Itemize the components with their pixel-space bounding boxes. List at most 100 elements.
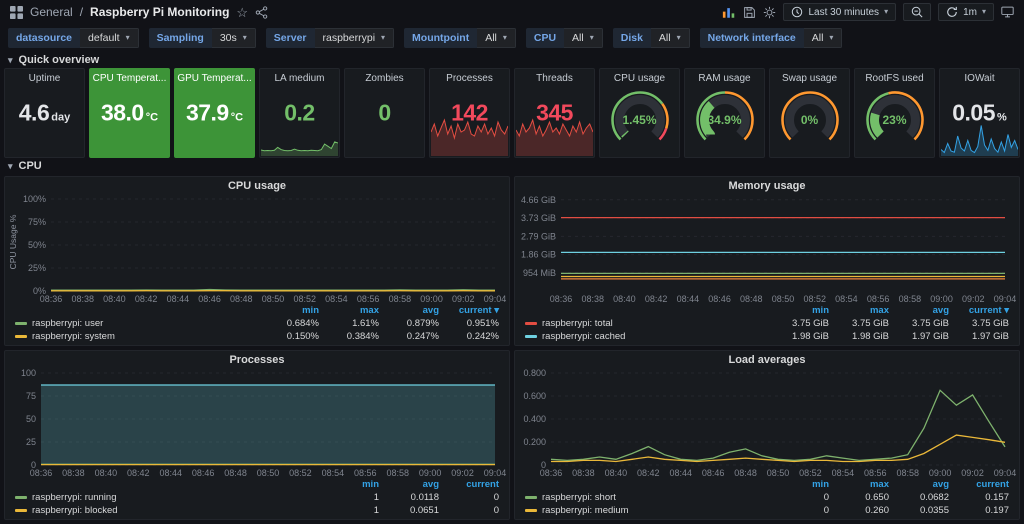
panel-swap-usage: Swap usage0% bbox=[769, 68, 850, 158]
svg-text:08:52: 08:52 bbox=[289, 468, 312, 478]
series-name[interactable]: raspberrypi: system bbox=[32, 331, 115, 342]
legend-col-current[interactable]: current bbox=[441, 478, 501, 491]
series-swatch-icon[interactable] bbox=[15, 509, 27, 512]
legend: minmaxavgcurrentraspberrypi: short00.650… bbox=[515, 478, 1019, 519]
refresh-button[interactable]: 1m ▾ bbox=[938, 3, 994, 21]
panel-title[interactable]: Memory usage bbox=[515, 177, 1019, 193]
variable-value-dropdown[interactable]: 30s▾ bbox=[212, 28, 256, 48]
variable-value-dropdown[interactable]: All▾ bbox=[477, 28, 516, 48]
variable-network-interface: Network interfaceAll▾ bbox=[700, 28, 843, 48]
series-swatch-icon[interactable] bbox=[525, 322, 537, 325]
legend-row: raspberrypi: user0.684%1.61%0.879%0.951% bbox=[13, 317, 501, 330]
legend-col-max[interactable]: max bbox=[831, 478, 891, 491]
panel-title[interactable]: Processes bbox=[5, 351, 509, 367]
series-name[interactable]: raspberrypi: medium bbox=[542, 505, 629, 516]
svg-text:50%: 50% bbox=[28, 240, 46, 250]
breadcrumb-folder[interactable]: General bbox=[30, 5, 73, 19]
series-name[interactable]: raspberrypi: short bbox=[542, 492, 616, 503]
panel-load-averages: Load averages0.8000.6000.4000.200008:360… bbox=[514, 350, 1020, 520]
svg-text:08:56: 08:56 bbox=[354, 468, 377, 478]
variable-value-dropdown[interactable]: All▾ bbox=[651, 28, 690, 48]
svg-text:08:52: 08:52 bbox=[803, 294, 826, 304]
panel-processes: Processes100755025008:3608:3808:4008:420… bbox=[4, 350, 510, 520]
plot-area[interactable]: 0.8000.6000.4000.200008:3608:3808:4008:4… bbox=[515, 367, 1019, 478]
dashboard-title[interactable]: Raspberry Pi Monitoring bbox=[90, 5, 229, 19]
legend-col-min[interactable]: min bbox=[771, 478, 831, 491]
svg-text:08:40: 08:40 bbox=[95, 468, 118, 478]
star-icon[interactable]: ☆ bbox=[236, 6, 248, 19]
save-dashboard-icon[interactable] bbox=[743, 6, 756, 19]
variable-value-dropdown[interactable]: raspberrypi▾ bbox=[315, 28, 395, 48]
zoom-out-icon bbox=[911, 6, 923, 18]
legend-col-min[interactable]: min bbox=[321, 478, 381, 491]
variable-datasource: datasourcedefault▾ bbox=[8, 28, 139, 48]
svg-text:08:42: 08:42 bbox=[637, 468, 660, 478]
series-name[interactable]: raspberrypi: blocked bbox=[32, 505, 118, 516]
variable-label: Disk bbox=[613, 28, 651, 48]
legend-col-min[interactable]: min bbox=[261, 304, 321, 317]
panel-ram-usage: RAM usage34.9% bbox=[684, 68, 765, 158]
series-swatch-icon[interactable] bbox=[15, 496, 27, 499]
cpu-row-panels: CPU usageCPU Usage %100%75%50%25%0%08:36… bbox=[0, 174, 1024, 520]
dashboard-settings-gear-icon[interactable] bbox=[763, 6, 776, 19]
svg-text:08:48: 08:48 bbox=[224, 468, 247, 478]
svg-text:08:46: 08:46 bbox=[192, 468, 215, 478]
svg-text:08:42: 08:42 bbox=[135, 294, 158, 304]
svg-text:08:48: 08:48 bbox=[734, 468, 757, 478]
stat-value: 142 bbox=[430, 100, 509, 127]
legend-col-min[interactable]: min bbox=[771, 304, 831, 317]
legend-series-cell: raspberrypi: total bbox=[523, 317, 771, 330]
panel-title: Uptime bbox=[5, 69, 84, 84]
legend-col-avg[interactable]: avg bbox=[381, 304, 441, 317]
svg-text:08:38: 08:38 bbox=[581, 294, 604, 304]
dashboards-grid-icon[interactable] bbox=[10, 6, 23, 19]
panel-gpu-temperat: GPU Temperat...37.9°C bbox=[174, 68, 255, 158]
svg-text:09:00: 09:00 bbox=[930, 294, 953, 304]
series-swatch-icon[interactable] bbox=[525, 496, 537, 499]
share-icon[interactable] bbox=[255, 6, 268, 19]
zoom-out-time-button[interactable] bbox=[903, 3, 931, 21]
row-header-quick-overview[interactable]: ▾ Quick overview bbox=[0, 52, 1024, 68]
cycle-view-tv-icon[interactable] bbox=[1001, 6, 1014, 18]
legend-col-max[interactable]: max bbox=[831, 304, 891, 317]
series-swatch-icon[interactable] bbox=[15, 322, 27, 325]
legend-col-current[interactable]: current ▾ bbox=[951, 304, 1011, 317]
legend-row: raspberrypi: blocked10.06510 bbox=[13, 504, 501, 517]
series-name[interactable]: raspberrypi: cached bbox=[542, 331, 625, 342]
svg-text:08:58: 08:58 bbox=[386, 468, 409, 478]
series-name[interactable]: raspberrypi: user bbox=[32, 318, 103, 329]
legend-col-avg[interactable]: avg bbox=[891, 304, 951, 317]
series-swatch-icon[interactable] bbox=[525, 335, 537, 338]
panel-title[interactable]: Load averages bbox=[515, 351, 1019, 367]
row-title: Quick overview bbox=[19, 54, 100, 66]
svg-text:08:40: 08:40 bbox=[605, 468, 628, 478]
legend-col-avg[interactable]: avg bbox=[381, 478, 441, 491]
legend-col-current[interactable]: current ▾ bbox=[441, 304, 501, 317]
plot-area[interactable]: 100755025008:3608:3808:4008:4208:4408:46… bbox=[5, 367, 509, 478]
svg-text:08:40: 08:40 bbox=[613, 294, 636, 304]
series-name[interactable]: raspberrypi: total bbox=[542, 318, 613, 329]
add-panel-icon[interactable] bbox=[722, 6, 736, 19]
stat-value: 0 bbox=[345, 100, 424, 127]
svg-text:08:54: 08:54 bbox=[832, 468, 855, 478]
gauge: 1.45% bbox=[600, 82, 679, 157]
svg-text:08:44: 08:44 bbox=[677, 294, 700, 304]
variable-value-dropdown[interactable]: All▾ bbox=[804, 28, 843, 48]
series-name[interactable]: raspberrypi: running bbox=[32, 492, 117, 503]
series-swatch-icon[interactable] bbox=[15, 335, 27, 338]
time-range-picker[interactable]: Last 30 minutes ▾ bbox=[783, 3, 896, 21]
legend-col-max[interactable]: max bbox=[321, 304, 381, 317]
plot-area[interactable]: 4.66 GiB3.73 GiB2.79 GiB1.86 GiB954 MiB0… bbox=[515, 193, 1019, 304]
panel-title[interactable]: CPU usage bbox=[5, 177, 509, 193]
series-swatch-icon[interactable] bbox=[525, 509, 537, 512]
row-header-cpu[interactable]: ▾ CPU bbox=[0, 158, 1024, 174]
variable-value-dropdown[interactable]: default▾ bbox=[80, 28, 139, 48]
stat-number: 4.6 bbox=[19, 100, 49, 126]
legend-col-current[interactable]: current bbox=[951, 478, 1011, 491]
variable-value-dropdown[interactable]: All▾ bbox=[564, 28, 603, 48]
legend-row: raspberrypi: cached1.98 GiB1.98 GiB1.97 … bbox=[523, 330, 1011, 343]
panel-title: LA medium bbox=[260, 69, 339, 84]
stat-unit: °C bbox=[146, 112, 158, 124]
legend-col-avg[interactable]: avg bbox=[891, 478, 951, 491]
plot-area[interactable]: 100%75%50%25%0%08:3608:3808:4008:4208:44… bbox=[5, 193, 509, 304]
